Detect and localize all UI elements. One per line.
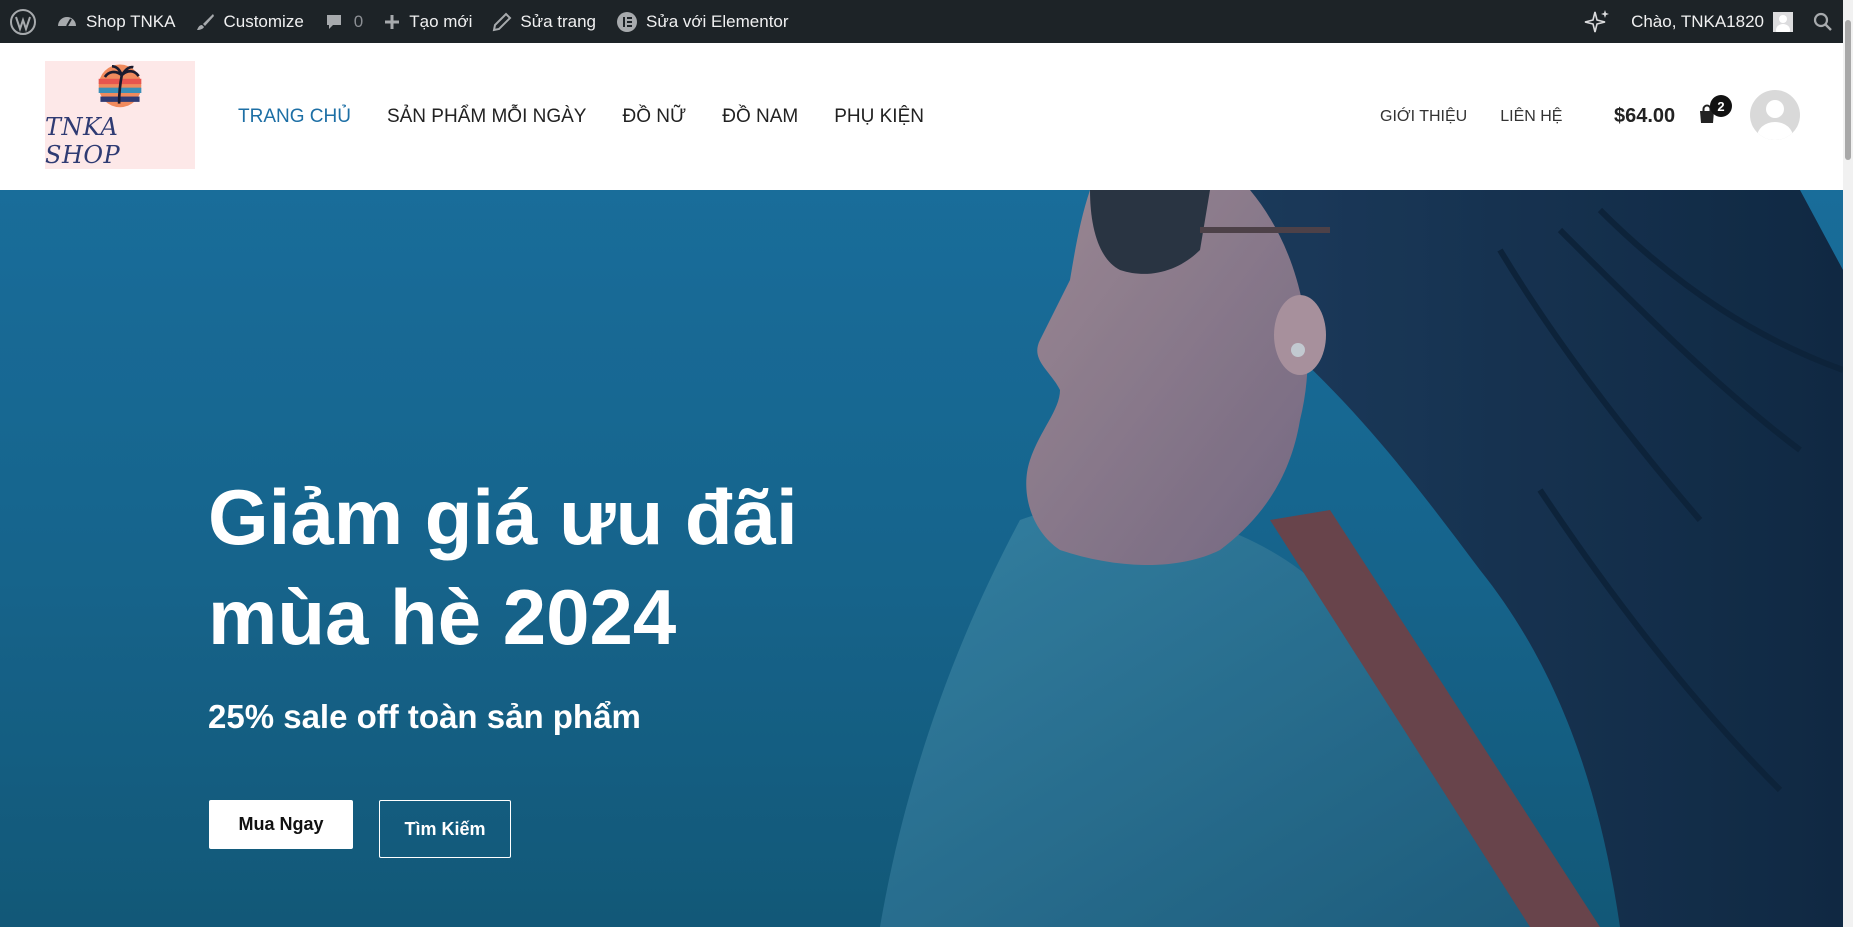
search-button[interactable]: Tìm Kiếm [379,800,511,858]
edit-with-elementor-link[interactable]: Sửa với Elementor [606,0,799,43]
my-account-link[interactable]: Chào, TNKA1820 [1621,0,1803,43]
nav-item-contact[interactable]: LIÊN HỆ [1500,108,1562,126]
buy-now-button[interactable]: Mua Ngay [209,800,353,849]
page-scrollbar[interactable] [1843,0,1853,927]
brush-icon [197,13,215,30]
wordpress-icon [10,8,36,35]
new-content-label: Tạo mới [409,11,473,31]
customize-link[interactable]: Customize [185,0,313,43]
hero-title-line-1: Giảm giá ưu đãi [208,473,798,561]
nav-item-daily-products[interactable]: SẢN PHẨM MỖI NGÀY [387,106,587,128]
site-name-link[interactable]: Shop TNKA [46,0,185,43]
search-icon [1813,12,1832,31]
wordpress-logo-button[interactable] [0,0,46,43]
site-name-label: Shop TNKA [86,11,176,31]
greeting-label: Chào, TNKA1820 [1631,11,1764,31]
elementor-icon [617,11,638,32]
hero-banner: Giảm giá ưu đãi mùa hè 2024 25% sale off… [0,190,1843,927]
nav-item-about[interactable]: GIỚI THIỆU [1380,108,1467,126]
edit-with-elementor-label: Sửa với Elementor [646,11,789,31]
user-avatar[interactable] [1750,90,1800,140]
nav-item-women[interactable]: ĐỒ NỮ [622,106,686,128]
admin-avatar [1773,11,1793,32]
logo-text: TNKA SHOP [45,113,121,169]
hero-subtitle: 25% sale off toàn sản phẩm [208,698,641,735]
comments-link[interactable]: 0 [314,0,373,43]
nav-item-home[interactable]: TRANG CHỦ [238,106,351,128]
dashboard-icon [58,16,76,26]
hero-title-line-2: mùa hè 2024 [208,573,677,661]
scrollbar-thumb[interactable] [1845,20,1851,160]
site-header: TNKA SHOP TRANG CHỦ SẢN PHẨM MỖI NGÀY ĐỒ… [0,43,1843,190]
pencil-icon [493,12,512,31]
cart-total[interactable]: $64.00 [1614,43,1675,190]
comment-icon [326,14,341,29]
edit-page-label: Sửa trang [520,11,597,31]
hero-title: Giảm giá ưu đãi mùa hè 2024 [208,467,908,667]
palm-sunset-logo-icon [98,64,142,108]
new-content-link[interactable]: Tạo mới [373,0,482,43]
admin-bar: Shop TNKA Customize 0 Tạo mới Sửa trang [0,0,1843,43]
secondary-navigation: GIỚI THIỆU LIÊN HỆ [1380,43,1562,190]
comments-count: 0 [353,11,364,31]
cart-count-badge: 2 [1710,95,1732,117]
main-navigation: TRANG CHỦ SẢN PHẨM MỖI NGÀY ĐỒ NỮ ĐỒ NAM… [238,43,924,190]
plus-icon [385,14,400,29]
admin-search-button[interactable] [1803,0,1843,43]
customize-label: Customize [223,11,304,31]
sparkle-icon [1584,9,1610,32]
nav-item-men[interactable]: ĐỒ NAM [722,106,798,128]
admin-bar-right: Chào, TNKA1820 [1573,0,1843,43]
site-logo[interactable]: TNKA SHOP [45,61,195,169]
nav-item-accessories[interactable]: PHỤ KIỆN [834,106,924,128]
edit-page-link[interactable]: Sửa trang [482,0,606,43]
ai-sparkle-button[interactable] [1573,0,1621,43]
